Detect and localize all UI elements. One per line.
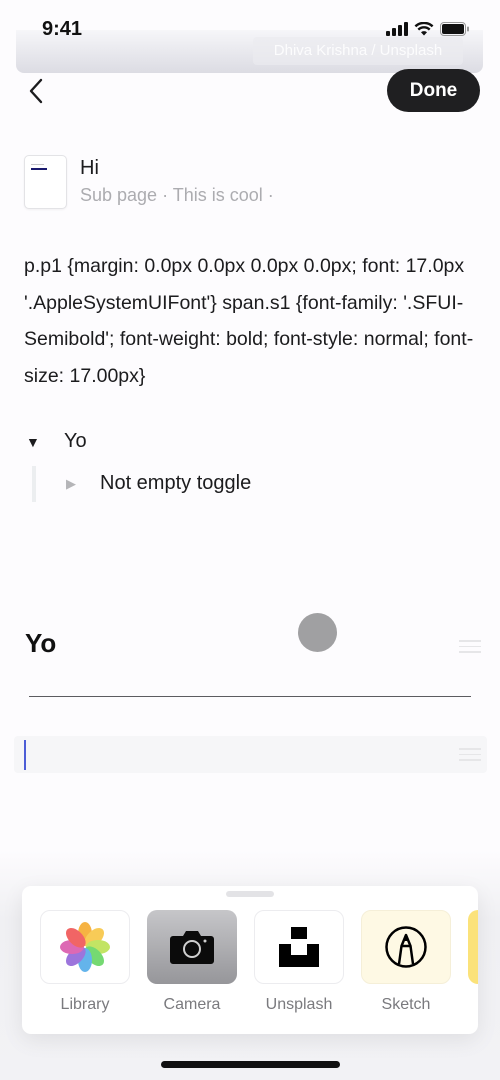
status-icons [386, 22, 470, 36]
status-time: 9:41 [42, 18, 83, 40]
drag-touch-indicator [298, 613, 337, 652]
subpage-title: Hi [80, 157, 99, 179]
sketch-label: Sketch [381, 996, 431, 1013]
heading-block[interactable]: Yo [25, 628, 56, 659]
empty-text-block[interactable] [14, 736, 487, 773]
unsplash-tile[interactable] [254, 910, 344, 984]
library-label: Library [60, 996, 110, 1013]
toggle-indent-line [32, 466, 36, 502]
signal-icon [386, 22, 408, 36]
subpage-link[interactable]: Hi Sub page · This is cool · [24, 155, 274, 209]
text-caret [24, 740, 26, 770]
done-button[interactable]: Done [387, 69, 480, 112]
battery-icon [440, 22, 469, 36]
toggle-block[interactable]: ▼ Yo [26, 430, 87, 453]
unsplash-icon [279, 927, 319, 967]
home-indicator[interactable] [161, 1061, 340, 1068]
drag-handle-icon[interactable] [459, 640, 481, 657]
media-picker-sheet: Library Camera Unsplash Sketch [22, 886, 478, 1034]
toggle-collapsed-icon[interactable]: ▶ [66, 476, 76, 492]
sketch-pen-icon [385, 926, 427, 968]
wifi-icon [414, 22, 434, 36]
toggle-child-label: Not empty toggle [100, 472, 252, 494]
page-icon [24, 155, 67, 209]
photos-icon [60, 922, 110, 972]
sheet-grabber[interactable] [226, 891, 274, 897]
drag-handle-icon[interactable] [459, 748, 481, 765]
toggle-expanded-icon[interactable]: ▼ [26, 434, 40, 450]
back-button[interactable] [22, 76, 52, 106]
camera-icon [170, 931, 214, 964]
text-block[interactable]: p.p1 {margin: 0.0px 0.0px 0.0px 0.0px; f… [24, 248, 474, 394]
subpage-subtitle: Sub page · This is cool · [80, 185, 274, 205]
chevron-left-icon [29, 78, 43, 104]
divider-block [29, 696, 471, 697]
camera-tile[interactable] [147, 910, 237, 984]
unsplash-label: Unsplash [265, 996, 333, 1013]
sketch-tile[interactable] [361, 910, 451, 984]
camera-label: Camera [163, 996, 221, 1013]
toggle-label: Yo [64, 430, 87, 452]
toggle-child-block[interactable]: ▶ Not empty toggle [66, 472, 251, 495]
status-bar: 9:41 [0, 0, 500, 60]
next-media-tile[interactable] [468, 910, 478, 984]
library-tile[interactable] [40, 910, 130, 984]
